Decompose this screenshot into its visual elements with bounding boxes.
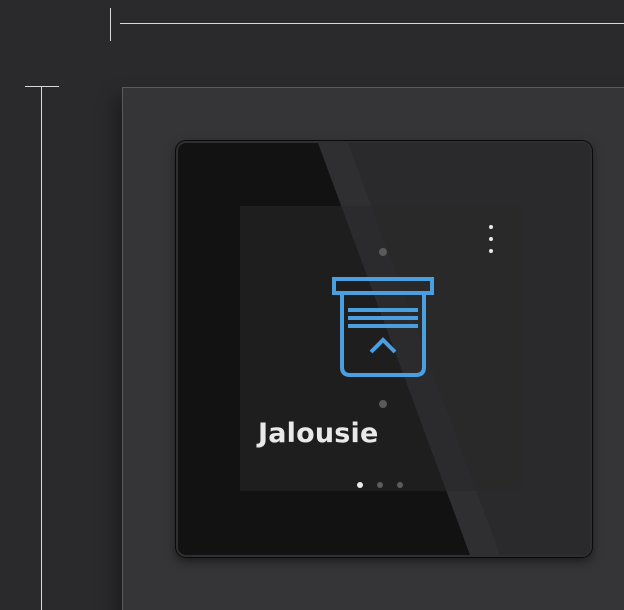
page-dot-2[interactable]: [377, 482, 383, 488]
menu-dot: [489, 237, 493, 241]
scroll-down-indicator: [379, 400, 387, 408]
device-title: Jalousie: [258, 418, 379, 449]
page-indicator: [357, 482, 403, 488]
dimension-guide-horizontal: [120, 23, 624, 24]
menu-dot: [489, 249, 493, 253]
menu-dot: [489, 225, 493, 229]
dimension-guide-vertical: [41, 86, 42, 610]
more-vertical-icon[interactable]: [484, 225, 498, 253]
product-illustration: Jalousie: [0, 0, 624, 610]
scroll-up-indicator: [379, 248, 387, 256]
dimension-guide-tick-left: [25, 86, 59, 87]
window-blind-icon[interactable]: [330, 275, 436, 381]
page-dot-1[interactable]: [357, 482, 363, 488]
dimension-guide-tick-top: [110, 8, 111, 41]
page-dot-3[interactable]: [397, 482, 403, 488]
